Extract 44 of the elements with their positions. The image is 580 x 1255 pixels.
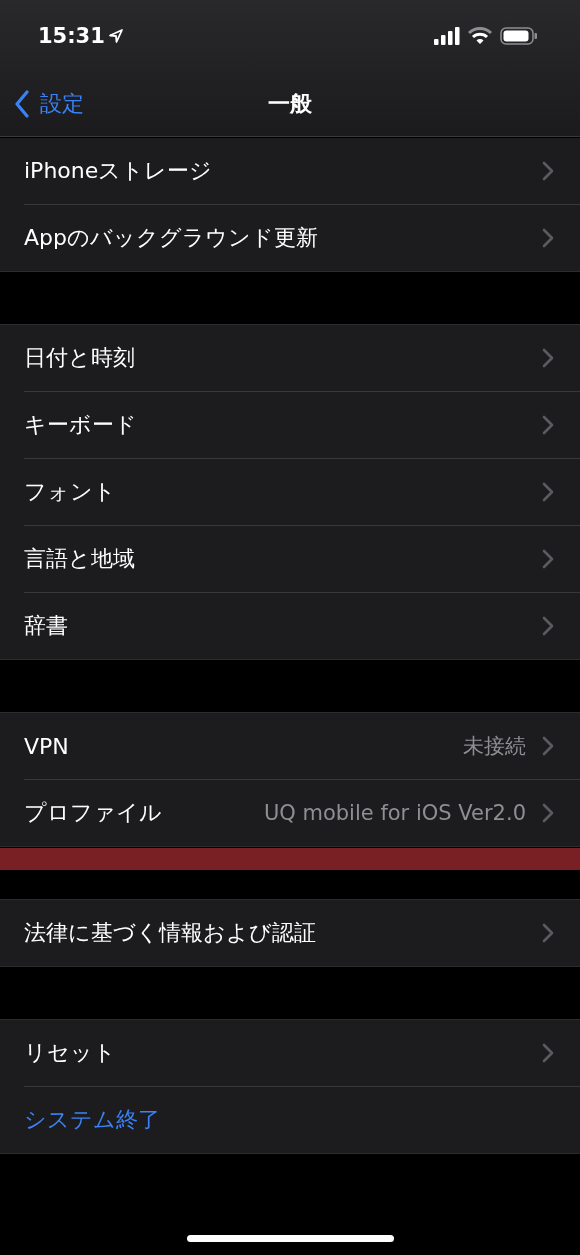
location-arrow-icon	[107, 28, 124, 44]
chevron-icon	[542, 348, 554, 368]
screen-title: 一般	[268, 90, 312, 118]
settings-row[interactable]: VPN 未接続	[24, 713, 580, 780]
chevron-icon	[542, 616, 554, 636]
settings-row[interactable]: リセット	[24, 1020, 580, 1087]
battery-icon	[500, 27, 538, 45]
chevron-icon	[542, 482, 554, 502]
settings-row[interactable]: キーボード	[24, 392, 580, 459]
settings-row[interactable]: iPhoneストレージ	[24, 138, 580, 205]
chevron-icon	[542, 923, 554, 943]
row-label: VPN	[24, 733, 70, 759]
chevron-icon	[542, 415, 554, 435]
row-value: UQ mobile for iOS Ver2.0	[263, 801, 526, 825]
shutdown-button[interactable]: システム終了	[24, 1087, 580, 1153]
chevron-icon	[542, 161, 554, 181]
signal-icon	[434, 27, 460, 45]
row-label: キーボード	[24, 411, 138, 439]
settings-row[interactable]: 言語と地域	[24, 526, 580, 593]
wifi-icon	[468, 27, 492, 45]
chevron-icon	[542, 736, 554, 756]
row-label: 法律に基づく情報および認証	[24, 919, 317, 947]
row-label: iPhoneストレージ	[24, 157, 214, 185]
row-label: 言語と地域	[24, 545, 136, 573]
row-label: プロファイル	[24, 799, 163, 827]
chevron-icon	[542, 803, 554, 823]
back-chevron-icon	[14, 90, 30, 118]
chevron-icon	[542, 1043, 554, 1063]
settings-row[interactable]: Appのバックグラウンド更新	[24, 205, 580, 271]
row-label: 辞書	[24, 612, 69, 640]
settings-row[interactable]: 辞書	[24, 593, 580, 659]
row-value: 未接続	[463, 733, 526, 760]
row-label: Appのバックグラウンド更新	[24, 224, 319, 252]
chevron-icon	[542, 228, 554, 248]
status-time: 15:31	[38, 24, 105, 48]
row-label: システム終了	[24, 1106, 161, 1134]
row-label: 日付と時刻	[24, 344, 136, 372]
settings-row[interactable]: フォント	[24, 459, 580, 526]
settings-row[interactable]: 日付と時刻	[24, 325, 580, 392]
chevron-icon	[542, 549, 554, 569]
row-label: フォント	[24, 478, 117, 506]
settings-row[interactable]: プロファイル UQ mobile for iOS Ver2.0	[24, 780, 580, 846]
back-button[interactable]: 設定	[0, 89, 84, 119]
row-label: リセット	[24, 1039, 117, 1067]
